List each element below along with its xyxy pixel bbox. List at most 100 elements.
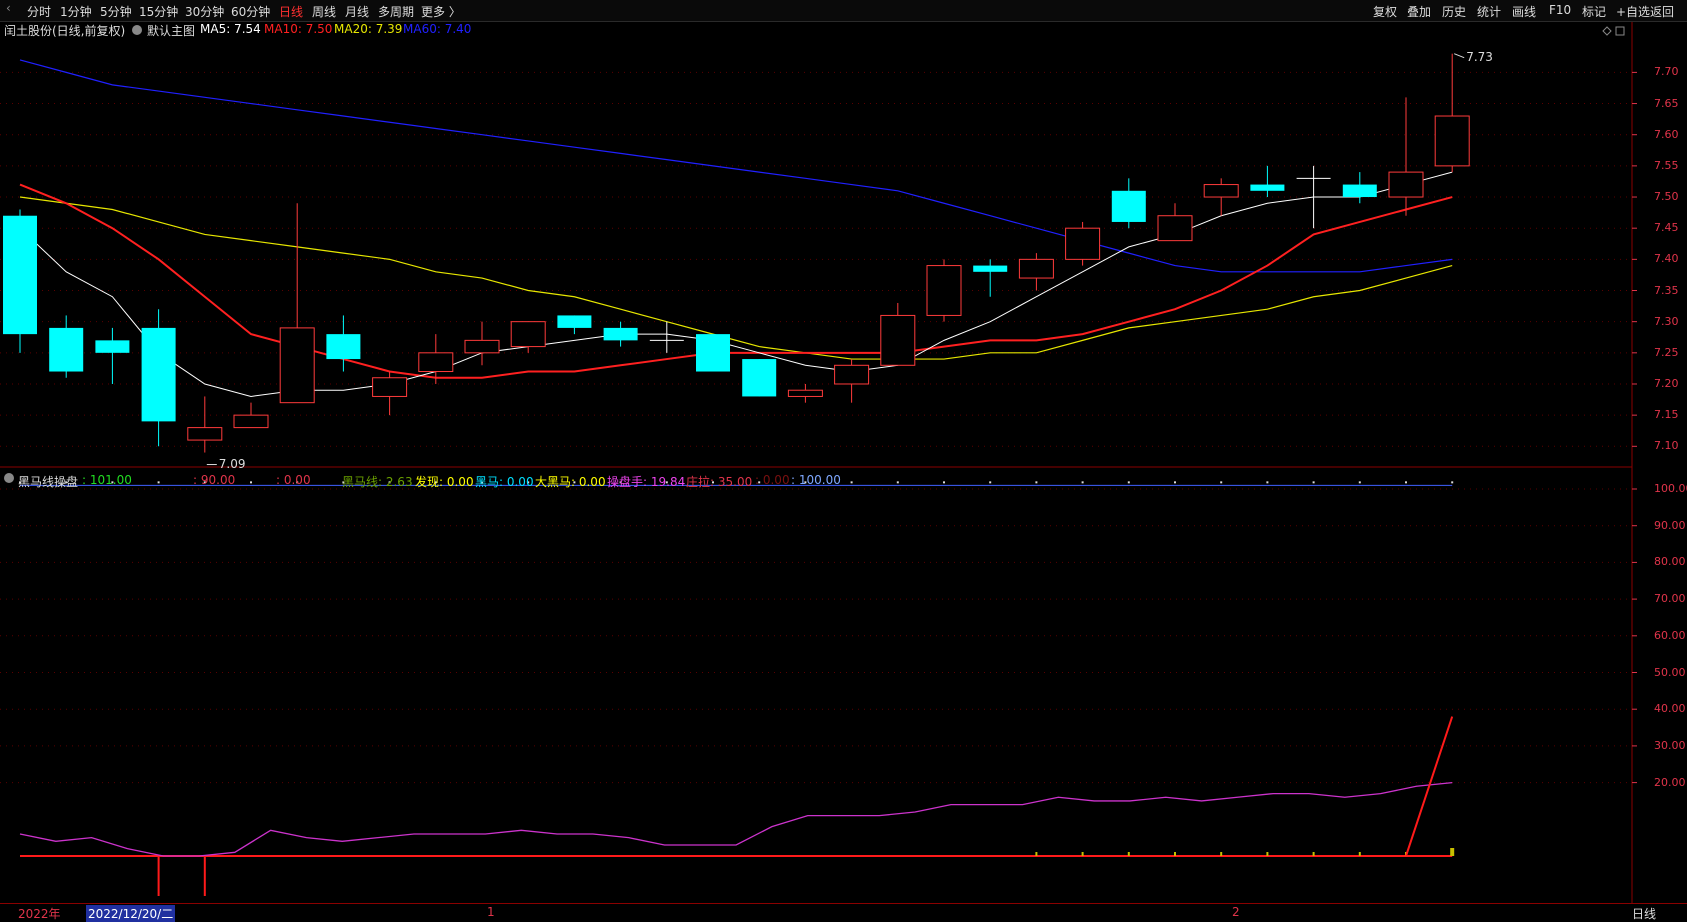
ref-dot bbox=[1451, 481, 1454, 484]
sub-value-1: : 101.00 bbox=[82, 473, 132, 487]
sub-indicator-name[interactable]: 黑马线操盘 bbox=[18, 473, 78, 490]
main-axis-label-1: 7.15 bbox=[1654, 408, 1679, 422]
status-month-1: 1 bbox=[487, 905, 495, 919]
sub-axis-label-5: 70.00 bbox=[1654, 592, 1686, 606]
kline-chart[interactable] bbox=[0, 0, 1687, 903]
candle-body bbox=[973, 265, 1008, 272]
candle-body bbox=[1434, 115, 1470, 167]
candle-body bbox=[787, 389, 823, 397]
sub-axis-label-4: 60.00 bbox=[1654, 628, 1686, 642]
sub-axis-label-7: 90.00 bbox=[1654, 518, 1686, 532]
candle-body bbox=[418, 352, 454, 373]
daheima-legend: 大黑马: 0.00 bbox=[535, 475, 606, 489]
main-axis-label-6: 7.40 bbox=[1654, 252, 1679, 266]
candle-body bbox=[1157, 215, 1193, 242]
candle-body bbox=[557, 315, 592, 328]
main-axis-label-7: 7.45 bbox=[1654, 221, 1679, 235]
ref-dot bbox=[1266, 481, 1269, 484]
status-bar: 2022年 2022/12/20/二 1 2 日线 bbox=[0, 903, 1687, 922]
stock-title: 闰土股份(日线,前复权) bbox=[4, 24, 126, 38]
sub-value-3: : 0.00 bbox=[276, 473, 311, 487]
ma10-line bbox=[19, 183, 1453, 379]
ref-dot bbox=[157, 481, 160, 484]
low-price-annotation: 7.09 bbox=[218, 456, 246, 471]
candle-body bbox=[372, 377, 408, 397]
ref-dot bbox=[1081, 481, 1084, 484]
status-date: 2022/12/20/二 bbox=[86, 905, 176, 922]
ref-dot bbox=[250, 481, 252, 484]
heima-legend: 黑马: 0.00 bbox=[475, 475, 534, 489]
status-month-2: 2 bbox=[1232, 905, 1240, 919]
ref-dot bbox=[850, 481, 853, 484]
candle-body bbox=[279, 327, 315, 404]
main-axis-label-8: 7.50 bbox=[1654, 190, 1679, 204]
candle-body bbox=[464, 339, 500, 354]
candle-body bbox=[1250, 184, 1285, 191]
candle-body bbox=[510, 321, 546, 348]
settings-icon bbox=[132, 25, 142, 35]
ref-dot bbox=[1035, 481, 1038, 484]
candle-body bbox=[326, 334, 361, 360]
indicator-name[interactable]: 默认主图 bbox=[147, 22, 195, 39]
sub-axis-label-8: 100.00 bbox=[1654, 482, 1687, 495]
main-axis-label-11: 7.65 bbox=[1654, 96, 1679, 110]
main-axis-label-5: 7.35 bbox=[1654, 283, 1679, 297]
sub-value-10: : 100.00 bbox=[791, 473, 841, 487]
ref-dot bbox=[1127, 481, 1130, 484]
ref-dot bbox=[1405, 481, 1407, 484]
ref-dot bbox=[943, 481, 945, 484]
main-axis-label-9: 7.55 bbox=[1654, 158, 1679, 172]
caopanshou-line bbox=[19, 781, 1453, 857]
candle-body bbox=[233, 414, 269, 429]
candle-body bbox=[742, 359, 777, 397]
candle-body bbox=[834, 364, 870, 385]
ref-dot bbox=[896, 481, 899, 484]
status-year: 2022年 bbox=[18, 907, 61, 921]
last-bar bbox=[1450, 848, 1455, 856]
candle-body bbox=[1342, 184, 1377, 198]
sub-axis-label-2: 40.00 bbox=[1654, 702, 1686, 716]
maximize-icon bbox=[1615, 26, 1625, 36]
candle-body bbox=[1388, 171, 1424, 198]
high-price-annotation: 7.73 bbox=[1466, 49, 1493, 64]
candle-body bbox=[696, 334, 730, 372]
main-axis-label-10: 7.60 bbox=[1654, 127, 1679, 141]
candle-body bbox=[1018, 258, 1054, 279]
sub-settings-icon bbox=[4, 473, 14, 483]
candle-body bbox=[187, 427, 223, 441]
main-axis-label-2: 7.20 bbox=[1654, 376, 1679, 390]
high-pointer bbox=[1454, 53, 1465, 59]
candle-body bbox=[49, 327, 84, 372]
zhuangla-spike-line bbox=[1405, 716, 1454, 857]
ref-dot bbox=[1312, 481, 1315, 484]
candle-body bbox=[3, 215, 37, 335]
candle-body bbox=[1065, 227, 1101, 260]
ma10-legend: MA10: 7.50 bbox=[264, 22, 333, 36]
main-axis-label-3: 7.25 bbox=[1654, 345, 1679, 359]
candle-body bbox=[926, 265, 962, 316]
candle-body bbox=[603, 327, 638, 341]
main-axis-label-0: 7.10 bbox=[1654, 439, 1679, 453]
sub-axis-label-6: 80.00 bbox=[1654, 555, 1686, 569]
ref-dot bbox=[1174, 481, 1176, 484]
caopanshou-legend: 操盘手: 19.84 bbox=[607, 475, 686, 489]
status-period[interactable]: 日线 bbox=[1632, 905, 1656, 922]
candle-body bbox=[1111, 190, 1146, 222]
candle-body bbox=[141, 327, 176, 422]
main-axis-label-4: 7.30 bbox=[1654, 314, 1679, 328]
zhuangla-legend: 庄拉: 35.00 bbox=[686, 475, 753, 489]
sub-value-2: : 90.00 bbox=[193, 473, 236, 487]
ma5-legend: MA5: 7.54 bbox=[200, 22, 261, 36]
ma20-line bbox=[19, 196, 1453, 360]
ma20-legend: MA20: 7.39 bbox=[334, 22, 403, 36]
sub-axis-label-3: 50.00 bbox=[1654, 665, 1686, 679]
faxian-legend: 发现: 0.00 bbox=[415, 475, 474, 489]
candle-body bbox=[1203, 184, 1239, 198]
heimaxian-legend: 黑马线: 2.63 bbox=[342, 475, 413, 489]
main-axis-label-12: 7.70 bbox=[1654, 65, 1679, 79]
candle-body bbox=[95, 340, 130, 353]
sub-value-9: : 0.00 bbox=[755, 473, 790, 487]
ref-dot bbox=[1220, 481, 1223, 484]
candle-body bbox=[880, 314, 916, 366]
sub-axis-label-0: 20.00 bbox=[1654, 775, 1686, 789]
